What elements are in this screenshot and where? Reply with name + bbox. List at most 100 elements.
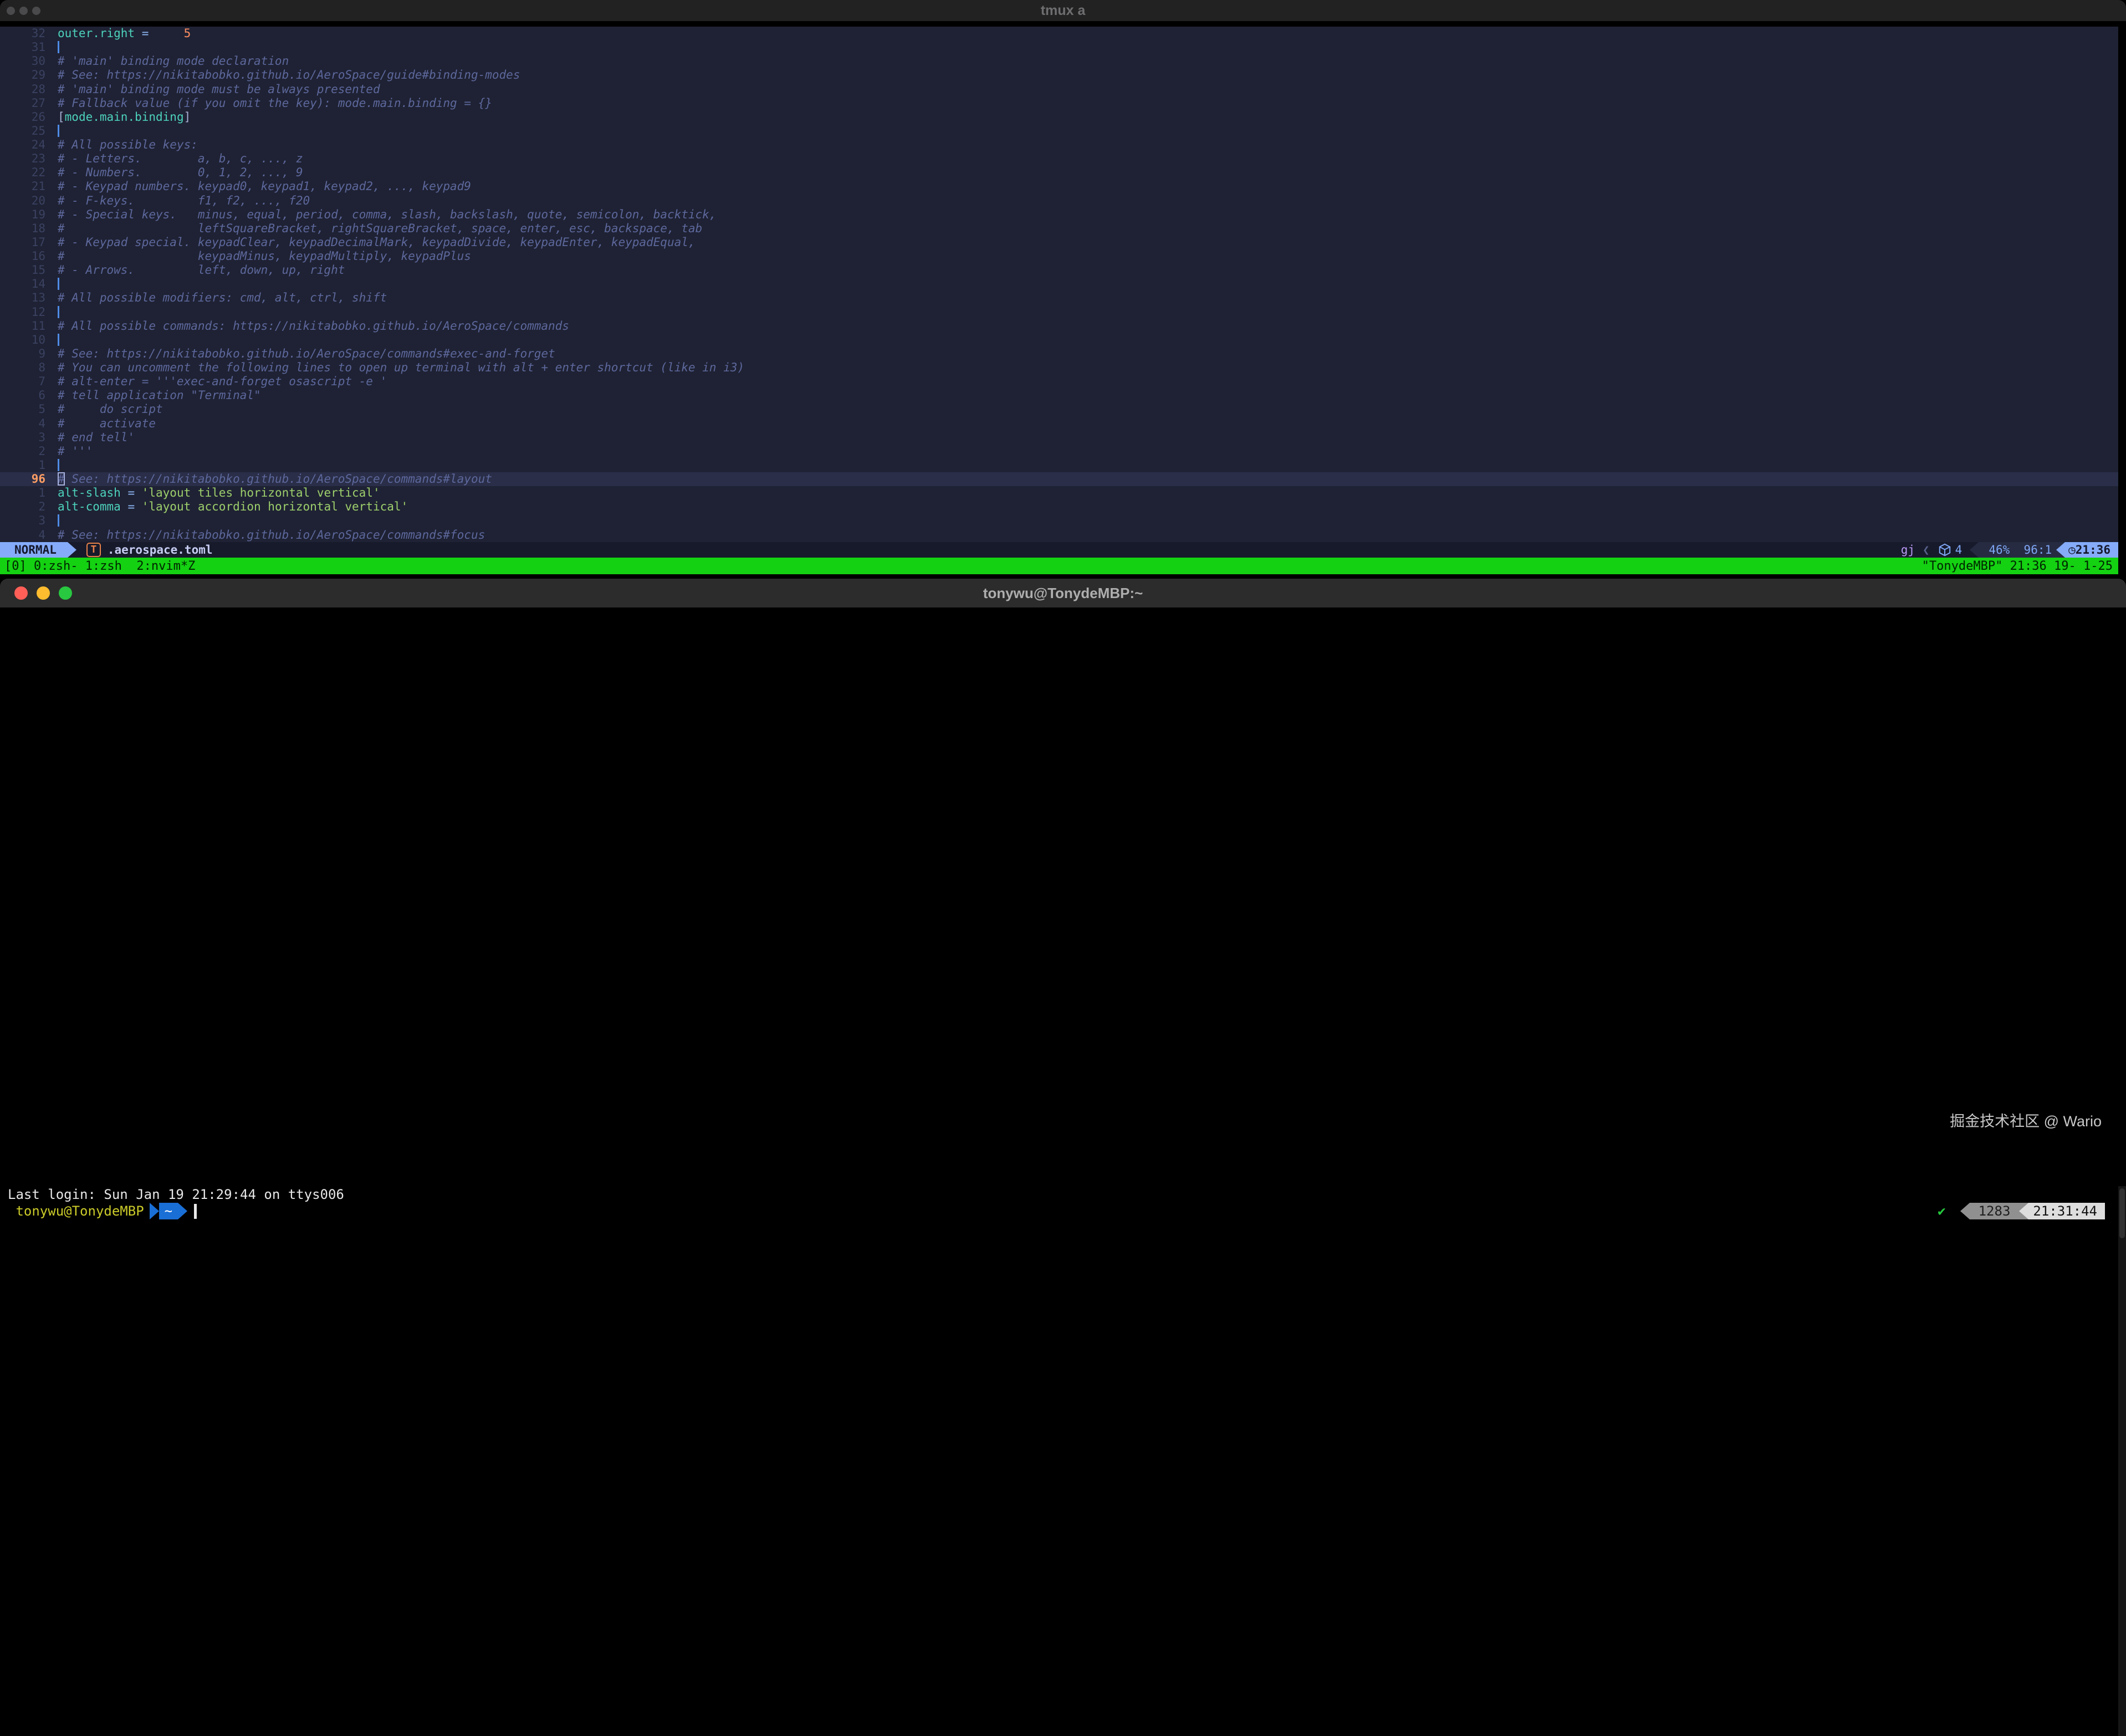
- editor-line: 31: [0, 40, 2118, 54]
- line-number: 22: [0, 166, 58, 180]
- vim-statusline: NORMAL T .aerospace.toml gj ❮ 4 46% 96:1…: [0, 542, 2118, 558]
- tmux-window-list[interactable]: [0] 0:zsh- 1:zsh 2:nvim*Z: [4, 559, 195, 573]
- editor-line: 6# tell application "Terminal": [0, 389, 2118, 402]
- powerline-arrow-icon: [2056, 542, 2065, 558]
- terminal-cursor: [194, 1204, 197, 1219]
- window-title: tmux a: [0, 3, 2126, 19]
- line-text: # 'main' binding mode must be always pre…: [58, 83, 380, 96]
- powerline-arrow-icon: [178, 1203, 187, 1219]
- vim-mode-indicator: NORMAL: [0, 542, 68, 558]
- line-number: 3: [0, 431, 58, 445]
- tmux-terminal-window: tmux a 32outer.right = 53130# 'main' bin…: [0, 0, 2126, 574]
- editor-line: 14: [0, 277, 2118, 291]
- editor-line: 4# activate: [0, 417, 2118, 431]
- line-number: 20: [0, 194, 58, 208]
- shell-prompt-line[interactable]: tonywu@TonydeMBP ~ ✔ 1283 21:31:44: [0, 1203, 2118, 1219]
- line-text: [58, 124, 59, 137]
- terminal-scrollbar[interactable]: [2118, 1186, 2126, 1736]
- line-number: 96: [0, 472, 58, 486]
- line-text: # - Special keys. minus, equal, period, …: [58, 208, 716, 221]
- editor-line: 8# You can uncomment the following lines…: [0, 361, 2118, 375]
- editor-line: 3: [0, 514, 2118, 528]
- editor-line: 2alt-comma = 'layout accordion horizonta…: [0, 500, 2118, 514]
- line-text: # leftSquareBracket, rightSquareBracket,…: [58, 222, 702, 235]
- line-number: 14: [0, 277, 58, 291]
- statusline-filename: .aerospace.toml: [108, 543, 213, 556]
- line-number: 29: [0, 68, 58, 82]
- tmux-host-and-time: "TonydeMBP" 21:36 19- 1-25: [1922, 559, 2113, 573]
- line-text: # See: https://nikitabobko.github.io/Aer…: [58, 472, 492, 486]
- line-number: 10: [0, 333, 58, 347]
- indent-guide: [58, 514, 59, 527]
- editor-line: 17# - Keypad special. keypadClear, keypa…: [0, 236, 2118, 249]
- line-text: # alt-enter = '''exec-and-forget osascri…: [58, 375, 387, 388]
- editor-line: 26[mode.main.binding]: [0, 110, 2118, 124]
- line-text: # - Numbers. 0, 1, 2, ..., 9: [58, 166, 303, 179]
- editor-line: 32outer.right = 5: [0, 27, 2118, 40]
- line-text: # keypadMinus, keypadMultiply, keypadPlu…: [58, 249, 471, 263]
- editor-line: 23# - Letters. a, b, c, ..., z: [0, 152, 2118, 166]
- line-number: 2: [0, 445, 58, 458]
- line-text: # - Letters. a, b, c, ..., z: [58, 152, 303, 165]
- line-number: 1: [0, 486, 58, 500]
- statusline-clock: ◷21:36: [2065, 542, 2118, 558]
- line-number: 17: [0, 236, 58, 249]
- line-text: # - Keypad special. keypadClear, keypadD…: [58, 236, 696, 249]
- line-text: # All possible commands: https://nikitab…: [58, 319, 569, 333]
- line-text: [58, 277, 59, 290]
- line-number: 30: [0, 54, 58, 68]
- statusline-right: gj ❮ 4 46% 96:1 ◷21:36: [1901, 542, 2118, 558]
- line-number: 4: [0, 417, 58, 431]
- editor-line: 12: [0, 305, 2118, 319]
- editor-line: 1alt-slash = 'layout tiles horizontal ve…: [0, 486, 2118, 500]
- line-number: 16: [0, 249, 58, 263]
- scrollbar-thumb[interactable]: [2119, 1188, 2125, 1238]
- statusline-time: 21:36: [2076, 543, 2110, 556]
- tmux-window-titlebar[interactable]: tmux a: [0, 0, 2126, 21]
- cursor-position: 96:1: [2024, 543, 2052, 556]
- chevron-left-icon: ❮: [1923, 543, 1930, 556]
- clock-icon: ◷: [2068, 543, 2076, 556]
- line-text: # You can uncomment the following lines …: [58, 361, 744, 374]
- line-number: 21: [0, 180, 58, 193]
- line-number: 18: [0, 222, 58, 236]
- editor-line: 2# ''': [0, 445, 2118, 458]
- line-text: # - Keypad numbers. keypad0, keypad1, ke…: [58, 180, 471, 193]
- indent-guide: [58, 459, 59, 471]
- history-count: 1283: [1970, 1203, 2020, 1219]
- line-number: 11: [0, 319, 58, 333]
- right-prompt: ✔ 1283 21:31:44: [1938, 1203, 2105, 1219]
- powerline-arrow-icon: [150, 1203, 159, 1219]
- line-text: # tell application "Terminal": [58, 389, 261, 402]
- indent-guide: [58, 125, 59, 137]
- line-number: 13: [0, 291, 58, 305]
- watermark-text: 掘金技术社区 @ Wario: [1950, 1109, 2102, 1131]
- powerline-arrow-icon: [2019, 1203, 2028, 1219]
- line-number: 2: [0, 500, 58, 514]
- line-number: 12: [0, 305, 58, 319]
- terminal-body[interactable]: Last login: Sun Jan 19 21:29:44 on ttys0…: [0, 1186, 2118, 1736]
- line-text: # ''': [58, 445, 93, 458]
- indent-guide: [58, 41, 59, 53]
- line-text: outer.right = 5: [58, 27, 191, 40]
- editor-line: 15# - Arrows. left, down, up, right: [0, 263, 2118, 277]
- line-text: # activate: [58, 417, 156, 430]
- indent-guide: [58, 306, 59, 318]
- pending-keys: gj: [1901, 543, 1915, 556]
- editor-line: 27# Fallback value (if you omit the key)…: [0, 96, 2118, 110]
- tab-count: 4: [1955, 543, 1963, 556]
- tmux-status-bar[interactable]: [0] 0:zsh- 1:zsh 2:nvim*Z "TonydeMBP" 21…: [0, 558, 2118, 574]
- scroll-and-position: 46% 96:1: [1979, 542, 2056, 558]
- line-number: 24: [0, 138, 58, 152]
- prompt-user-host: tonywu@TonydeMBP: [8, 1203, 144, 1219]
- editor-line: 20# - F-keys. f1, f2, ..., f20: [0, 194, 2118, 208]
- line-number: 32: [0, 27, 58, 40]
- line-number: 23: [0, 152, 58, 166]
- editor-line: 30# 'main' binding mode declaration: [0, 54, 2118, 68]
- editor-line: 96# See: https://nikitabobko.github.io/A…: [0, 472, 2118, 486]
- editor-line: 9# See: https://nikitabobko.github.io/Ae…: [0, 347, 2118, 361]
- window-title: tonywu@TonydeMBP:~: [0, 585, 2126, 602]
- terminal-titlebar[interactable]: tonywu@TonydeMBP:~: [0, 579, 2126, 607]
- prompt-cwd: ~: [159, 1203, 178, 1219]
- vim-editor-viewport[interactable]: 32outer.right = 53130# 'main' binding mo…: [0, 27, 2118, 542]
